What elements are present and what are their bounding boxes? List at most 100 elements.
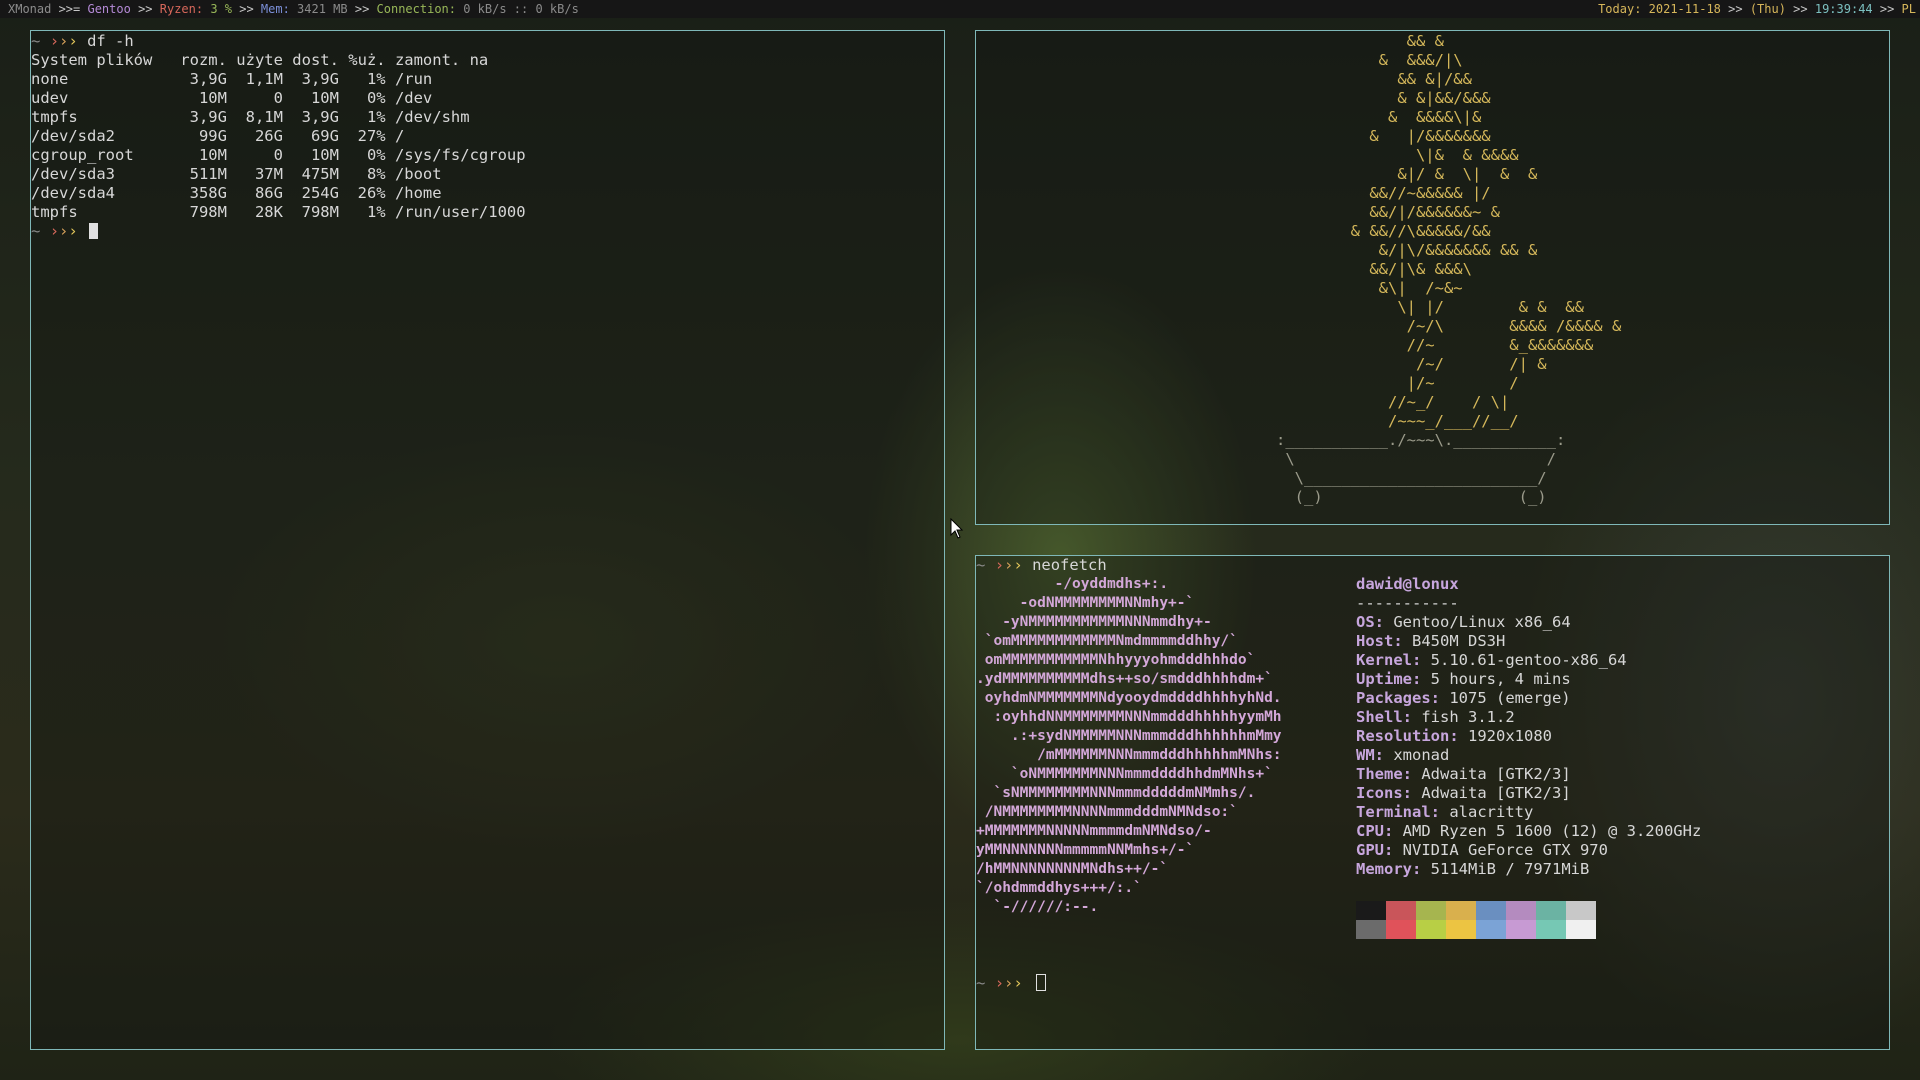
color-swatch <box>1536 901 1566 920</box>
tree-art-line: &|/ & \| & & <box>1276 165 1538 183</box>
info-key: CPU <box>1356 822 1384 840</box>
mouse-pointer-icon <box>950 518 964 539</box>
tree-art-line: &&/|\& &&&\ <box>1276 260 1472 278</box>
color-swatch <box>1476 920 1506 939</box>
tree-art-line: &\| /~&~ <box>1276 279 1463 297</box>
prompt-line: ~ ››› neofetch <box>976 556 1107 575</box>
separator: >>= <box>51 2 88 16</box>
output-line: /dev/sda2 99G 26G 69G 27% / <box>31 127 405 145</box>
logo-art-line: `oNMMMMMMMNNNmmmddddhhdmMNhs+` <box>976 766 1273 782</box>
separator: >> <box>1872 2 1902 16</box>
output-line: none 3,9G 1,1M 3,9G 1% /run <box>31 70 433 88</box>
color-swatch <box>1446 920 1476 939</box>
pot-art-line: (_) (_) <box>1276 488 1547 506</box>
output-line: cgroup_root 10M 0 10M 0% /sys/fs/cgroup <box>31 146 526 164</box>
mem-label: Mem: <box>260 2 298 16</box>
tree-art-line: & &&&/|\ <box>1276 51 1463 69</box>
info-row: Host: B450M DS3H <box>1356 632 1506 650</box>
separator: >> <box>347 2 377 16</box>
info-row: Memory: 5114MiB / 7971MiB <box>1356 860 1590 878</box>
pot-art-line: \ / <box>1276 450 1556 468</box>
info-separator: ----------- <box>1356 594 1459 612</box>
info-key: Theme <box>1356 765 1403 783</box>
gentoo-ascii-logo: -/oyddmdhs+:. -odNMMMMMMMMNNmhy+-` -yNMM… <box>976 575 1282 917</box>
prompt-line-active[interactable]: ~ ››› <box>976 974 1047 993</box>
cpu-value: 3 % <box>210 2 233 16</box>
info-key: Shell <box>1356 708 1403 726</box>
logo-art-line: oyhdmNMMMMMMMNdyooydmddddhhhhyhNd. <box>976 690 1282 706</box>
output-line: tmpfs 3,9G 8,1M 3,9G 1% /dev/shm <box>31 108 470 126</box>
info-value: alacritty <box>1449 803 1534 821</box>
net-label: Connection: <box>376 2 464 16</box>
status-right: Today: 2021-11-18 >> (Thu) >> 19:39:44 >… <box>1598 0 1916 18</box>
tree-art-line: &/|\/&&&&&&& && & <box>1276 241 1538 259</box>
time-value: 19:39:44 <box>1814 2 1873 16</box>
terminal-window-neofetch[interactable]: ~ ››› neofetch -/oyddmdhs+:. -odNMMMMMMM… <box>975 555 1890 1050</box>
command-text: df -h <box>87 32 134 50</box>
color-swatch <box>1416 920 1446 939</box>
distro-name: Gentoo <box>87 2 131 16</box>
tree-art-line: //~_/ / \| <box>1276 393 1510 411</box>
color-swatch <box>1446 901 1476 920</box>
info-row: Uptime: 5 hours, 4 mins <box>1356 670 1571 688</box>
output-line: /dev/sda4 358G 86G 254G 26% /home <box>31 184 442 202</box>
weekday-value: (Thu) <box>1749 2 1786 16</box>
cpu-label: Ryzen: <box>159 2 211 16</box>
info-value: fish 3.1.2 <box>1421 708 1515 726</box>
color-swatch <box>1416 901 1446 920</box>
info-key: Uptime <box>1356 670 1412 688</box>
info-key: WM <box>1356 746 1375 764</box>
logo-art-line: `/ohdmmddhys+++/:.` <box>976 880 1142 896</box>
keyboard-layout: PL <box>1901 2 1916 16</box>
pot-art-line: \_________________________/ <box>1276 469 1547 487</box>
prompt-line-active[interactable]: ~ ››› <box>31 222 99 241</box>
user-host: dawid@lonux <box>1356 575 1459 593</box>
color-swatch <box>1386 901 1416 920</box>
info-row: CPU: AMD Ryzen 5 1600 (12) @ 3.200GHz <box>1356 822 1702 840</box>
output-line: /dev/sda3 511M 37M 475M 8% /boot <box>31 165 442 183</box>
prompt-tilde: ~ <box>31 222 41 240</box>
prompt-line: ~ ››› df -h <box>31 32 134 51</box>
ascii-bonsai-tree: && & & &&&/|\ && &|/&& & &|&&/&&& & &&&&… <box>1276 32 1621 507</box>
tree-art-line: & |/&&&&&&& <box>1276 127 1491 145</box>
terminal-window-df[interactable]: ~ ››› df -h System plików rozm. użyte do… <box>30 30 945 1050</box>
info-key: OS <box>1356 613 1375 631</box>
info-key: Memory <box>1356 860 1412 878</box>
info-value: 5114MiB / 7971MiB <box>1430 860 1590 878</box>
logo-art-line: .ydMMMMMMMMMMdhs++so/smdddhhhhdm+` <box>976 671 1273 687</box>
tree-art-line: && &|/&& <box>1276 70 1472 88</box>
logo-art-line: .:+sydNMMMMMNNNmmmdddhhhhhhmMmy <box>976 728 1282 744</box>
info-key: Resolution <box>1356 727 1450 745</box>
tree-art-line: |/~ / <box>1276 374 1519 392</box>
tree-art-line: & &|&&/&&& <box>1276 89 1491 107</box>
status-bar: XMonad >>= Gentoo >> Ryzen: 3 % >> Mem: … <box>0 0 1920 18</box>
logo-art-line: /hMMNNNNNNNNMNdhs++/-` <box>976 861 1169 877</box>
color-swatch <box>1356 920 1386 939</box>
color-swatch <box>1566 901 1596 920</box>
mem-value: 3421 MB <box>297 2 348 16</box>
logo-art-line: omMMMMMMMMMMMNhhyyyohmdddhhhdo` <box>976 652 1256 668</box>
logo-art-line: `-//////:--. <box>976 899 1099 915</box>
color-swatch <box>1476 901 1506 920</box>
color-swatch <box>1356 901 1386 920</box>
info-key: Packages <box>1356 689 1431 707</box>
color-swatch <box>1566 920 1596 939</box>
prompt-arrows: ››› <box>994 556 1023 574</box>
color-palette <box>1356 901 1596 939</box>
separator: >> <box>130 2 160 16</box>
prompt-tilde: ~ <box>31 32 41 50</box>
today-label: Today: <box>1598 2 1649 16</box>
prompt-arrows: ››› <box>49 32 78 50</box>
status-left: XMonad >>= Gentoo >> Ryzen: 3 % >> Mem: … <box>8 0 579 18</box>
info-value: 1920x1080 <box>1468 727 1552 745</box>
output-line: System plików rozm. użyte dost. %uż. zam… <box>31 51 489 69</box>
info-row: Terminal: alacritty <box>1356 803 1534 821</box>
color-swatch <box>1506 920 1536 939</box>
prompt-tilde: ~ <box>976 556 986 574</box>
logo-art-line: -/oyddmdhs+:. <box>976 576 1169 592</box>
info-value: Adwaita [GTK2/3] <box>1421 765 1571 783</box>
output-line: tmpfs 798M 28K 798M 1% /run/user/1000 <box>31 203 526 221</box>
info-row: Packages: 1075 (emerge) <box>1356 689 1571 707</box>
terminal-window-tree[interactable]: && & & &&&/|\ && &|/&& & &|&&/&&& & &&&&… <box>975 30 1890 525</box>
logo-art-line: -yNMMMMMMMMMMMNNNmmdhy+- <box>976 614 1212 630</box>
